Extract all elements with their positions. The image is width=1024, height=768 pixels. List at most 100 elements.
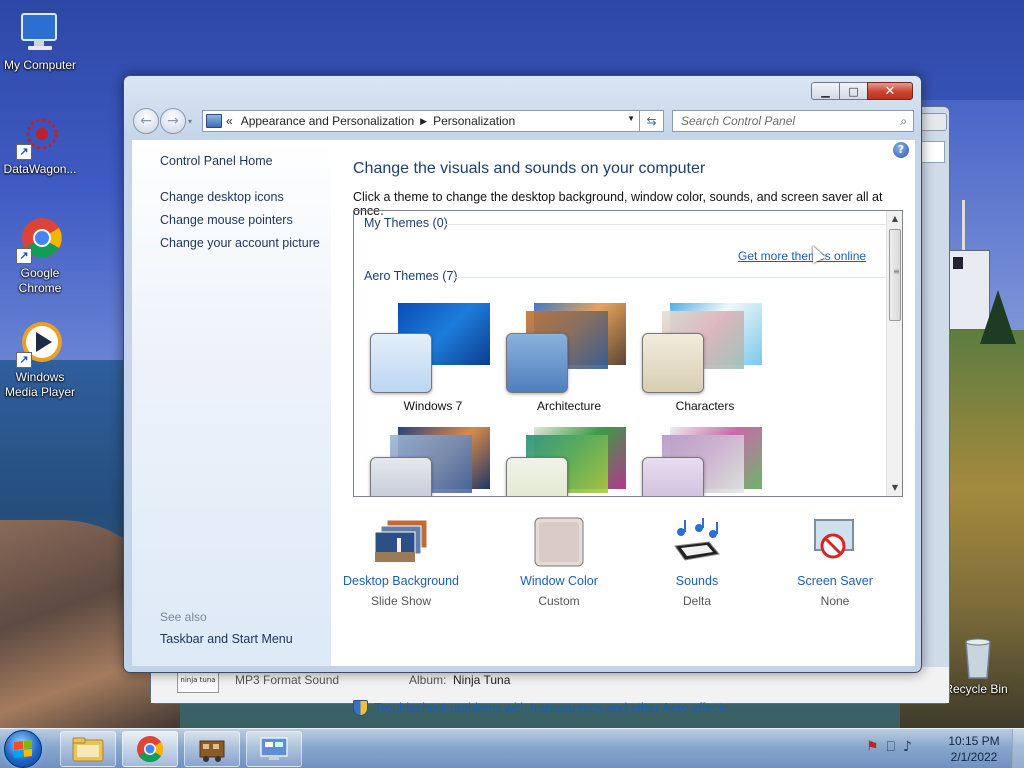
search-placeholder: Search Control Panel	[681, 114, 796, 128]
desktop-icon-label: Google Chrome	[18, 266, 62, 295]
troubleshoot-link[interactable]: Troubleshoot problems with transparency …	[353, 700, 728, 716]
taskbar-clock[interactable]: 10:15 PM 2/1/2022	[934, 733, 1014, 765]
setting-label[interactable]: Desktop Background	[331, 574, 471, 588]
desktop-background-setting[interactable]: Desktop Background Slide Show	[331, 516, 471, 608]
breadcrumb-appearance[interactable]: Appearance and Personalization	[241, 114, 414, 128]
change-desktop-icons-link[interactable]: Change desktop icons	[160, 190, 284, 204]
search-icon[interactable]: ⌕	[900, 114, 907, 129]
shortcut-arrow-icon: ↗	[16, 248, 32, 264]
action-center-flag-icon[interactable]: ⚑	[866, 739, 879, 755]
theme-scenes[interactable]	[640, 427, 770, 496]
theme-glass-swatch	[506, 333, 568, 393]
theme-list[interactable]: My Themes (0) Get more themes online Aer…	[353, 210, 903, 497]
theme-list-scrollbar[interactable]: ▲ ≡ ▼	[886, 211, 902, 496]
left-navigation-pane: Control Panel Home Change desktop icons …	[132, 140, 331, 666]
desktop-background-icon	[373, 516, 429, 568]
control-panel-icon	[260, 737, 288, 760]
start-button[interactable]	[4, 730, 42, 768]
setting-label[interactable]: Sounds	[627, 574, 767, 588]
scroll-down-arrow-icon[interactable]: ▼	[887, 480, 902, 496]
page-title: Change the visuals and sounds on your co…	[353, 160, 706, 177]
volume-icon[interactable]: ♪	[903, 739, 912, 755]
window-controls: ▁ □ ✕	[811, 82, 913, 100]
troubleshoot-link-label[interactable]: Troubleshoot problems with transparency …	[374, 701, 728, 715]
taskbar-start-menu-link[interactable]: Taskbar and Start Menu	[160, 632, 293, 646]
desktop-icon-datawagon[interactable]: ↗ DataWagon...	[0, 112, 80, 177]
shortcut-arrow-icon: ↗	[16, 144, 32, 160]
chrome-icon	[137, 736, 164, 763]
album-value: Ninja Tuna	[453, 673, 511, 687]
recent-pages-dropdown[interactable]: ▾	[188, 117, 192, 126]
setting-value: Delta	[682, 594, 711, 608]
address-dropdown-icon[interactable]: ▼	[627, 114, 635, 123]
theme-characters[interactable]: Characters	[640, 303, 770, 413]
window-color-icon	[531, 516, 587, 568]
breadcrumb-overflow[interactable]: «	[226, 114, 233, 128]
taskbar-google-chrome[interactable]	[122, 731, 178, 767]
window-color-setting[interactable]: Window Color Custom	[489, 516, 629, 608]
desktop-icon-my-computer[interactable]: My Computer	[0, 8, 80, 73]
change-account-picture-link[interactable]: Change your account picture	[160, 236, 320, 250]
recycle-bin-icon	[952, 632, 1000, 680]
aero-themes-label: Aero Themes (7)	[364, 269, 458, 283]
file-format-label: MP3 Format Sound	[235, 673, 340, 687]
sounds-setting[interactable]: Sounds Delta	[627, 516, 767, 608]
theme-nature[interactable]	[368, 427, 498, 496]
chrome-icon: ↗	[16, 216, 64, 264]
clock-time: 10:15 PM	[948, 734, 1000, 748]
personalization-window[interactable]: ▁ □ ✕ ← → ▾ « Appearance and Personaliza…	[123, 75, 922, 716]
theme-architecture[interactable]: Architecture	[504, 303, 634, 413]
desktop-icon-label: Windows Media Player	[4, 370, 76, 399]
network-icon[interactable]: ⎕	[887, 739, 895, 755]
shortcut-arrow-icon: ↗	[16, 352, 32, 368]
close-button[interactable]: ✕	[867, 82, 913, 100]
scrollbar-thumb[interactable]: ≡	[889, 229, 901, 321]
system-tray: ⚑ ⎕ ♪	[866, 739, 912, 755]
taskbar-windows-explorer[interactable]	[60, 731, 116, 767]
desktop-icon-windows-media-player[interactable]: ↗ Windows Media Player	[0, 320, 80, 400]
minimize-button[interactable]: ▁	[811, 82, 840, 100]
see-also-label: See also	[160, 610, 207, 624]
shield-icon	[353, 700, 368, 716]
taskbar-datawagon[interactable]	[184, 731, 240, 767]
computer-icon	[16, 8, 64, 56]
theme-glass-swatch	[506, 457, 568, 496]
group-divider	[454, 277, 886, 278]
screen-saver-setting[interactable]: Screen Saver None	[765, 516, 905, 608]
desktop-wallpaper-tree	[980, 290, 1016, 344]
control-panel-home-link[interactable]: Control Panel Home	[160, 154, 273, 168]
album-label: Album:	[409, 673, 447, 687]
search-input[interactable]: Search Control Panel ⌕	[672, 110, 914, 132]
taskbar-control-panel[interactable]	[246, 731, 302, 767]
theme-name: Windows 7	[403, 399, 463, 413]
back-button[interactable]: ←	[133, 108, 159, 134]
desktop-icon-google-chrome[interactable]: ↗ Google Chrome	[0, 216, 80, 296]
scrollbar-grip-icon: ≡	[893, 267, 900, 276]
address-bar[interactable]: « Appearance and Personalization ▶ Perso…	[202, 110, 640, 132]
theme-glass-swatch	[642, 457, 704, 496]
help-icon[interactable]: ?	[893, 142, 909, 158]
scroll-up-arrow-icon[interactable]: ▲	[887, 211, 902, 227]
change-mouse-pointers-link[interactable]: Change mouse pointers	[160, 213, 293, 227]
get-more-themes-online-link[interactable]: Get more themes online	[738, 249, 866, 263]
theme-landscapes[interactable]	[504, 427, 634, 496]
theme-glass-swatch	[642, 333, 704, 393]
setting-value: Custom	[538, 594, 580, 608]
theme-name: Characters	[675, 399, 735, 413]
breadcrumb-personalization[interactable]: Personalization	[433, 114, 515, 128]
taskbar: ⚑ ⎕ ♪ 10:15 PM 2/1/2022	[0, 728, 1024, 768]
theme-windows-7[interactable]: Windows 7	[368, 303, 498, 413]
datawagon-icon: ↗	[16, 112, 64, 160]
windows-logo-icon	[14, 740, 32, 758]
media-player-icon: ↗	[16, 320, 64, 368]
forward-button[interactable]: →	[160, 108, 186, 134]
setting-label[interactable]: Window Color	[489, 574, 629, 588]
show-desktop-button[interactable]	[1012, 729, 1024, 768]
refresh-button[interactable]: ⇆	[640, 110, 664, 132]
setting-value: Slide Show	[370, 594, 432, 608]
wagon-icon	[199, 740, 225, 762]
breadcrumb-chevron-icon[interactable]: ▶	[420, 116, 427, 127]
setting-label[interactable]: Screen Saver	[765, 574, 905, 588]
maximize-button[interactable]: □	[840, 82, 867, 100]
control-panel-icon	[206, 114, 222, 128]
